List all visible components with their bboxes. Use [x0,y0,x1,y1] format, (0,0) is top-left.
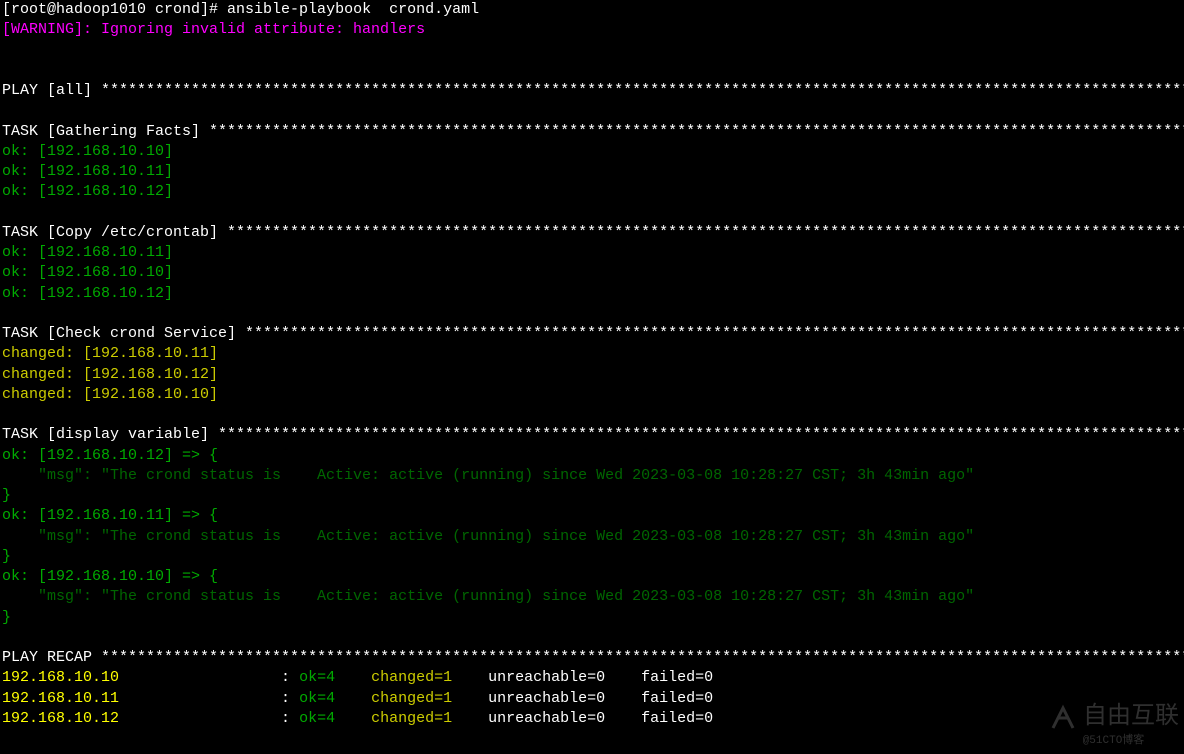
recap-unreachable: unreachable=0 [488,710,605,727]
play-header: PLAY [all] *****************************… [2,81,1182,101]
divider: ****************************************… [218,426,1184,443]
debug-msg: "msg": "The crond status is Active: acti… [2,587,1182,607]
prompt-line: [root@hadoop1010 crond]# ansible-playboo… [2,0,1182,20]
task-result: ok: [192.168.10.11] [2,243,1182,263]
recap-failed: failed=0 [641,669,713,686]
debug-msg: "msg": "The crond status is Active: acti… [2,466,1182,486]
task-display-header: TASK [display variable] ****************… [2,425,1182,445]
debug-close: } [2,608,1182,628]
recap-colon: : [272,669,299,686]
task-header-text: TASK [Copy /etc/crontab] [2,224,227,241]
divider: ****************************************… [101,82,1184,99]
watermark-subtext: @51CTO博客 [1083,734,1145,749]
play-header-text: PLAY [all] [2,82,101,99]
debug-close: } [2,486,1182,506]
blank-line [2,628,1182,648]
task-header-text: TASK [Check crond Service] [2,325,245,342]
debug-msg: "msg": "The crond status is Active: acti… [2,527,1182,547]
divider: ****************************************… [227,224,1184,241]
recap-failed: failed=0 [641,690,713,707]
recap-row: 192.168.10.10 : ok=4 changed=1 unreachab… [2,668,1182,688]
task-header-text: TASK [Gathering Facts] [2,123,209,140]
watermark-icon [1048,703,1078,733]
recap-host: 192.168.10.11 [2,690,272,707]
watermark: 自由互联 @51CTO博客 [1048,702,1179,749]
recap-ok: ok=4 [299,690,335,707]
recap-ok: ok=4 [299,669,335,686]
recap-failed: failed=0 [641,710,713,727]
divider: ****************************************… [209,123,1184,140]
task-result: changed: [192.168.10.10] [2,385,1182,405]
recap-header-text: PLAY RECAP [2,649,101,666]
debug-close: } [2,547,1182,567]
recap-unreachable: unreachable=0 [488,669,605,686]
recap-ok: ok=4 [299,710,335,727]
recap-row: 192.168.10.12 : ok=4 changed=1 unreachab… [2,709,1182,729]
recap-colon: : [272,690,299,707]
task-result: ok: [192.168.10.11] [2,162,1182,182]
task-result: ok: [192.168.10.12] [2,284,1182,304]
task-copy-header: TASK [Copy /etc/crontab] ***************… [2,223,1182,243]
blank-line [2,61,1182,81]
recap-unreachable: unreachable=0 [488,690,605,707]
task-result: ok: [192.168.10.10] [2,263,1182,283]
play-recap-header: PLAY RECAP *****************************… [2,648,1182,668]
recap-changed: changed=1 [371,710,452,727]
blank-line [2,405,1182,425]
blank-line [2,41,1182,61]
command-text: ansible-playbook crond.yaml [227,1,479,18]
debug-open: ok: [192.168.10.11] => { [2,506,1182,526]
watermark-text: 自由互联 [1083,702,1179,734]
warning-line: [WARNING]: Ignoring invalid attribute: h… [2,20,1182,40]
divider: ****************************************… [245,325,1184,342]
task-header-text: TASK [display variable] [2,426,218,443]
recap-host: 192.168.10.12 [2,710,272,727]
debug-open: ok: [192.168.10.12] => { [2,446,1182,466]
shell-prompt: [root@hadoop1010 crond]# [2,1,227,18]
debug-open: ok: [192.168.10.10] => { [2,567,1182,587]
task-result: changed: [192.168.10.11] [2,344,1182,364]
task-check-header: TASK [Check crond Service] *************… [2,324,1182,344]
blank-line [2,203,1182,223]
task-result: changed: [192.168.10.12] [2,365,1182,385]
recap-row: 192.168.10.11 : ok=4 changed=1 unreachab… [2,689,1182,709]
recap-changed: changed=1 [371,669,452,686]
divider: ****************************************… [101,649,1184,666]
blank-line [2,304,1182,324]
task-result: ok: [192.168.10.12] [2,182,1182,202]
recap-changed: changed=1 [371,690,452,707]
task-result: ok: [192.168.10.10] [2,142,1182,162]
task-gathering-header: TASK [Gathering Facts] *****************… [2,122,1182,142]
recap-host: 192.168.10.10 [2,669,272,686]
blank-line [2,101,1182,121]
recap-colon: : [272,710,299,727]
terminal-output: [root@hadoop1010 crond]# ansible-playboo… [0,0,1184,729]
